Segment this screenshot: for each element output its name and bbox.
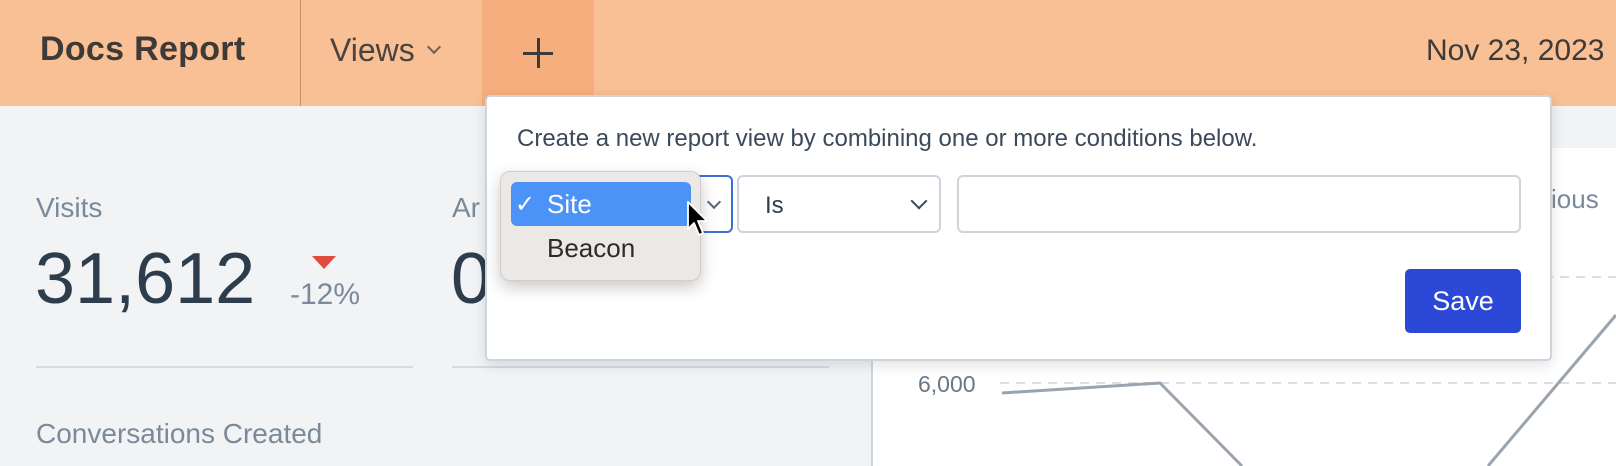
condition-dropdown-menu: ✓ Site Beacon [500, 171, 701, 281]
dropdown-option-beacon[interactable]: Beacon [511, 226, 691, 270]
popover-description: Create a new report view by combining on… [517, 125, 1258, 152]
operator-select[interactable]: Is [737, 175, 941, 233]
save-button[interactable]: Save [1405, 269, 1521, 333]
mouse-pointer-icon [687, 201, 708, 236]
series-line [1001, 381, 1244, 466]
chevron-down-icon [910, 192, 928, 210]
y-tick-label: 6,000 [918, 371, 976, 397]
checkmark-icon: ✓ [514, 190, 536, 218]
option-label: Beacon [547, 232, 636, 263]
condition-value-input[interactable] [957, 175, 1521, 233]
dropdown-option-site[interactable]: ✓ Site [511, 182, 691, 226]
operator-value: Is [765, 192, 784, 219]
option-label: Site [547, 188, 592, 219]
chevron-down-icon [706, 194, 722, 210]
